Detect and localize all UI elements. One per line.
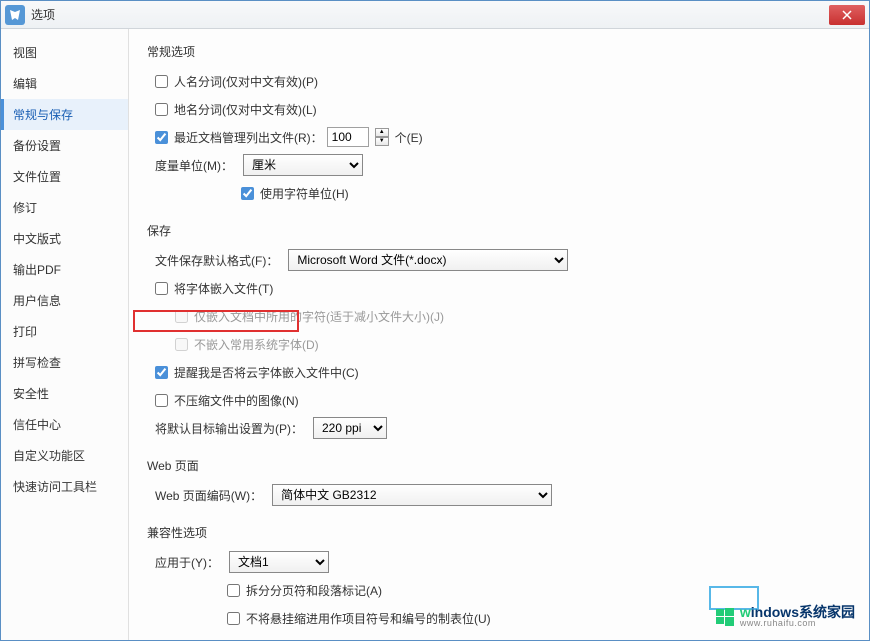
checkbox-place-seg[interactable] bbox=[155, 103, 168, 116]
sidebar-item-edit[interactable]: 编辑 bbox=[1, 68, 128, 99]
label-no-hang-auto: 不为悬挂式缩进添加自动制表位(I) bbox=[246, 638, 425, 641]
label-recent-unit: 个(E) bbox=[395, 129, 423, 146]
select-apply[interactable]: 文档1 bbox=[229, 551, 329, 573]
checkbox-no-hang-tabs[interactable] bbox=[227, 612, 240, 625]
label-char-unit: 使用字符单位(H) bbox=[260, 185, 349, 202]
section-web: Web 页面 Web 页面编码(W)： 简体中文 GB2312 bbox=[147, 457, 851, 506]
label-ppi: 将默认目标输出设置为(P)： bbox=[155, 420, 303, 437]
sidebar-item-trust[interactable]: 信任中心 bbox=[1, 409, 128, 440]
label-embed-fonts: 将字体嵌入文件(T) bbox=[174, 280, 273, 297]
spinner-up[interactable]: ▲ bbox=[375, 128, 389, 137]
sidebar-item-view[interactable]: 视图 bbox=[1, 37, 128, 68]
titlebar: 选项 bbox=[1, 1, 869, 29]
sidebar: 视图 编辑 常规与保存 备份设置 文件位置 修订 中文版式 输出PDF 用户信息… bbox=[1, 29, 129, 640]
select-encoding[interactable]: 简体中文 GB2312 bbox=[272, 484, 552, 506]
label-no-hang-tabs: 不将悬挂缩进用作项目符号和编号的制表位(U) bbox=[246, 610, 491, 627]
sidebar-item-general-save[interactable]: 常规与保存 bbox=[1, 99, 128, 130]
checkbox-recent-docs[interactable] bbox=[155, 131, 168, 144]
sidebar-item-chinese[interactable]: 中文版式 bbox=[1, 223, 128, 254]
sidebar-item-pdf[interactable]: 输出PDF bbox=[1, 254, 128, 285]
sidebar-item-revision[interactable]: 修订 bbox=[1, 192, 128, 223]
label-name-seg: 人名分词(仅对中文有效)(P) bbox=[174, 73, 318, 90]
label-no-sys: 不嵌入常用系统字体(D) bbox=[194, 336, 319, 353]
label-embed-used: 仅嵌入文档中所用的字符(适于减小文件大小)(J) bbox=[194, 308, 444, 325]
sidebar-item-backup[interactable]: 备份设置 bbox=[1, 130, 128, 161]
sidebar-item-qat[interactable]: 快速访问工具栏 bbox=[1, 471, 128, 502]
wm-url: www.ruhaifu.com bbox=[740, 619, 855, 628]
main-panel: 常规选项 人名分词(仅对中文有效)(P) 地名分词(仅对中文有效)(L) 最近文… bbox=[129, 29, 869, 640]
label-unit: 度量单位(M)： bbox=[155, 157, 233, 174]
label-no-compress: 不压缩文件中的图像(N) bbox=[174, 392, 299, 409]
label-apply: 应用于(Y)： bbox=[155, 554, 219, 571]
checkbox-no-hang-auto[interactable] bbox=[227, 640, 240, 641]
sidebar-item-print[interactable]: 打印 bbox=[1, 316, 128, 347]
sidebar-item-file-location[interactable]: 文件位置 bbox=[1, 161, 128, 192]
window-title: 选项 bbox=[31, 6, 829, 23]
label-remind-cloud: 提醒我是否将云字体嵌入文件中(C) bbox=[174, 364, 359, 381]
checkbox-split-marks[interactable] bbox=[227, 584, 240, 597]
options-window: 选项 视图 编辑 常规与保存 备份设置 文件位置 修订 中文版式 输出PDF 用… bbox=[0, 0, 870, 641]
close-button[interactable] bbox=[829, 5, 865, 25]
section-title-compat: 兼容性选项 bbox=[147, 524, 851, 541]
section-title-save: 保存 bbox=[147, 222, 851, 239]
checkbox-embed-fonts[interactable] bbox=[155, 282, 168, 295]
label-split-marks: 拆分分页符和段落标记(A) bbox=[246, 582, 382, 599]
sidebar-item-ribbon[interactable]: 自定义功能区 bbox=[1, 440, 128, 471]
section-title-general: 常规选项 bbox=[147, 43, 851, 60]
section-general: 常规选项 人名分词(仅对中文有效)(P) 地名分词(仅对中文有效)(L) 最近文… bbox=[147, 43, 851, 204]
sidebar-item-spell[interactable]: 拼写检查 bbox=[1, 347, 128, 378]
section-save: 保存 文件保存默认格式(F)： Microsoft Word 文件(*.docx… bbox=[147, 222, 851, 439]
watermark: windows系统家园 www.ruhaifu.com bbox=[714, 605, 855, 628]
section-title-web: Web 页面 bbox=[147, 457, 851, 474]
select-unit[interactable]: 厘米 bbox=[243, 154, 363, 176]
input-recent-docs[interactable] bbox=[327, 127, 369, 147]
sidebar-item-user[interactable]: 用户信息 bbox=[1, 285, 128, 316]
checkbox-char-unit[interactable] bbox=[241, 187, 254, 200]
label-format: 文件保存默认格式(F)： bbox=[155, 252, 278, 269]
app-icon bbox=[5, 5, 25, 25]
label-encoding: Web 页面编码(W)： bbox=[155, 487, 262, 504]
windows-icon bbox=[714, 606, 736, 628]
checkbox-no-compress[interactable] bbox=[155, 394, 168, 407]
content-area: 视图 编辑 常规与保存 备份设置 文件位置 修订 中文版式 输出PDF 用户信息… bbox=[1, 29, 869, 640]
select-format[interactable]: Microsoft Word 文件(*.docx) bbox=[288, 249, 568, 271]
checkbox-remind-cloud[interactable] bbox=[155, 366, 168, 379]
sidebar-item-security[interactable]: 安全性 bbox=[1, 378, 128, 409]
select-ppi[interactable]: 220 ppi bbox=[313, 417, 387, 439]
checkbox-embed-used bbox=[175, 310, 188, 323]
spinner-recent-docs: ▲ ▼ bbox=[375, 128, 389, 146]
spinner-down[interactable]: ▼ bbox=[375, 137, 389, 146]
label-place-seg: 地名分词(仅对中文有效)(L) bbox=[174, 101, 317, 118]
checkbox-no-sys bbox=[175, 338, 188, 351]
checkbox-name-seg[interactable] bbox=[155, 75, 168, 88]
label-recent-docs: 最近文档管理列出文件(R)： bbox=[174, 129, 323, 146]
